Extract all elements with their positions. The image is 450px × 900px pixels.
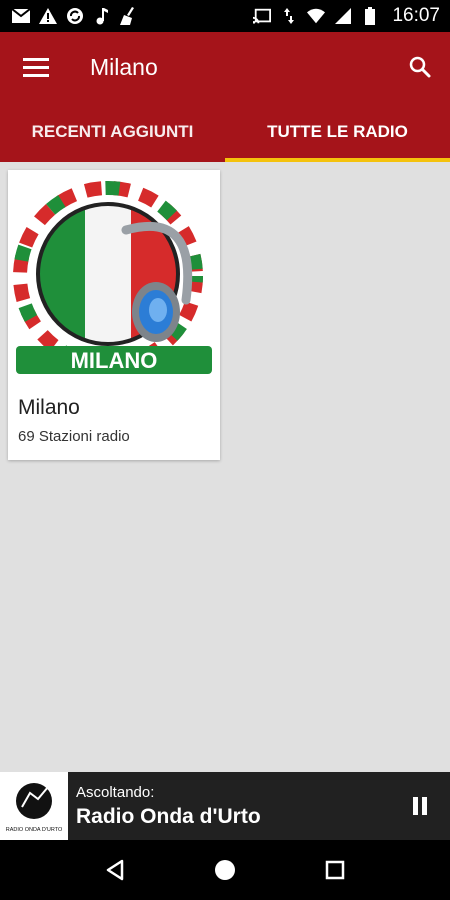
- page-title: Milano: [90, 53, 158, 80]
- sync-icon: [66, 7, 84, 25]
- warning-icon: [39, 7, 57, 25]
- radio-onda-durto-logo: RADIO ONDA D'URTO: [6, 783, 63, 833]
- status-bar: 16:07: [0, 0, 450, 32]
- system-icons: 16:07: [253, 5, 440, 27]
- banner-label: MILANO: [71, 348, 158, 373]
- search-icon: [409, 56, 431, 78]
- cast-icon: [253, 7, 272, 25]
- home-button[interactable]: [201, 846, 249, 894]
- search-button[interactable]: [390, 32, 450, 102]
- tab-recenti-aggiunti[interactable]: RECENTI AGGIUNTI: [0, 102, 225, 162]
- tab-bar: RECENTI AGGIUNTI TUTTE LE RADIO: [0, 102, 450, 162]
- content-area: MILANO Milano 69 Stazioni radio: [0, 162, 450, 772]
- broom-icon: [120, 7, 138, 25]
- station-card[interactable]: MILANO Milano 69 Stazioni radio: [8, 170, 220, 460]
- now-playing-bar[interactable]: RADIO ONDA D'URTO Ascoltando: Radio Onda…: [0, 772, 450, 840]
- wifi-icon: [307, 7, 326, 25]
- notification-icons: [12, 7, 138, 25]
- thumb-caption: RADIO ONDA D'URTO: [6, 827, 63, 833]
- mail-icon: [12, 7, 30, 25]
- recents-icon: [325, 860, 345, 880]
- app-bar: Milano: [0, 32, 450, 102]
- data-arrows-icon: [280, 7, 298, 25]
- station-card-subtitle: 69 Stazioni radio: [18, 428, 130, 445]
- pause-button[interactable]: [390, 772, 450, 840]
- pause-icon: [413, 797, 427, 815]
- now-playing-station: Radio Onda d'Urto: [76, 804, 261, 828]
- menu-button[interactable]: [0, 32, 72, 102]
- back-button[interactable]: [91, 846, 139, 894]
- status-clock: 16:07: [392, 5, 440, 26]
- recents-button[interactable]: [311, 846, 359, 894]
- signal-icon: [334, 7, 352, 25]
- now-playing-text: Ascoltando: Radio Onda d'Urto: [68, 784, 390, 829]
- station-thumbnail: RADIO ONDA D'URTO: [0, 772, 68, 840]
- battery-icon: [361, 7, 379, 25]
- tab-tutte-le-radio[interactable]: TUTTE LE RADIO: [225, 102, 450, 162]
- menu-icon: [23, 58, 49, 77]
- milano-radio-logo: MILANO: [8, 170, 220, 382]
- music-note-icon: [93, 7, 111, 25]
- home-icon: [215, 860, 235, 880]
- station-card-title: Milano: [18, 396, 80, 419]
- system-nav-bar: [0, 840, 450, 900]
- back-icon: [106, 859, 124, 881]
- now-playing-label: Ascoltando:: [76, 783, 155, 801]
